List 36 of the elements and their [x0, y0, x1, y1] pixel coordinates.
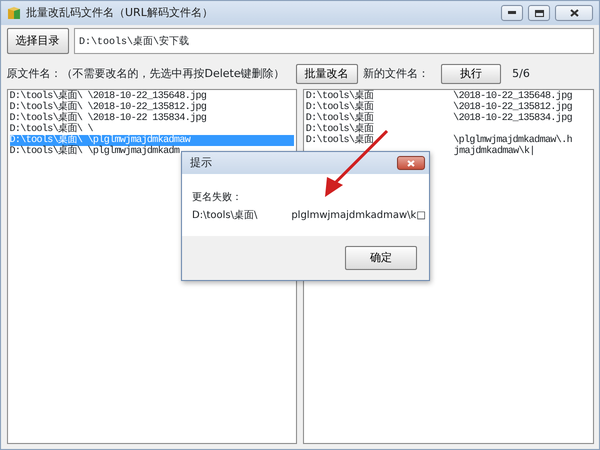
minimize-button[interactable]	[501, 5, 523, 21]
file-path: D:\tools\桌面	[306, 134, 374, 146]
file-row[interactable]: D:\tools\桌面\ \2018-10-22 135834.jpg	[10, 112, 294, 124]
dialog-message: 更名失败：	[192, 190, 243, 205]
close-button[interactable]	[555, 5, 593, 21]
file-name: \2018-10-22_135812.jpg	[453, 102, 572, 113]
minimize-icon	[508, 11, 516, 15]
new-files-label: 新的文件名：	[363, 66, 430, 82]
file-row[interactable]: D:\tools\桌面\ \	[10, 124, 294, 135]
maximize-icon	[534, 10, 544, 16]
file-row[interactable]: D:\tools\桌面\ \2018-10-22_135648.jpg	[10, 90, 294, 102]
file-name: jmajdmkadmaw\k|	[454, 146, 535, 157]
window-title: 批量改乱码文件名（URL解码文件名）	[26, 4, 213, 21]
file-row[interactable]: D:\tools\桌面\ \2018-10-22_135812.jpg	[10, 102, 294, 113]
run-button[interactable]: 执行	[441, 64, 502, 84]
file-name: \2018-10-22_135648.jpg	[453, 90, 572, 102]
choose-directory-button[interactable]: 选择目录	[6, 28, 68, 54]
app-icon	[7, 6, 21, 20]
file-path: D:\tools\桌面	[306, 112, 374, 124]
ok-button[interactable]: 确定	[345, 246, 417, 270]
directory-field[interactable]: D:\tools\桌面\安下载	[74, 28, 594, 54]
file-name: \2018-10-22_135834.jpg	[453, 112, 572, 124]
file-name: plglmwjmajdmkadmaw\k□	[291, 208, 426, 223]
file-path: D:\tools\桌面	[306, 124, 374, 135]
progress-count: 5/6	[512, 66, 530, 82]
maximize-button[interactable]	[528, 5, 550, 21]
file-path: D:\tools\桌面\	[192, 208, 258, 223]
file-name: \plglmwjmajdmkadmaw\.h	[453, 134, 572, 146]
close-icon	[407, 160, 415, 166]
batch-rename-button[interactable]: 批量改名	[296, 64, 358, 84]
original-files-label: 原文件名：（不需要改名的，先选中再按Delete键删除）	[6, 66, 285, 82]
close-icon	[570, 9, 578, 17]
file-path: D:\tools\桌面	[306, 90, 374, 102]
file-path: D:\tools\桌面	[306, 102, 374, 113]
dialog-title: 提示	[190, 154, 212, 171]
close-button[interactable]	[397, 156, 425, 170]
